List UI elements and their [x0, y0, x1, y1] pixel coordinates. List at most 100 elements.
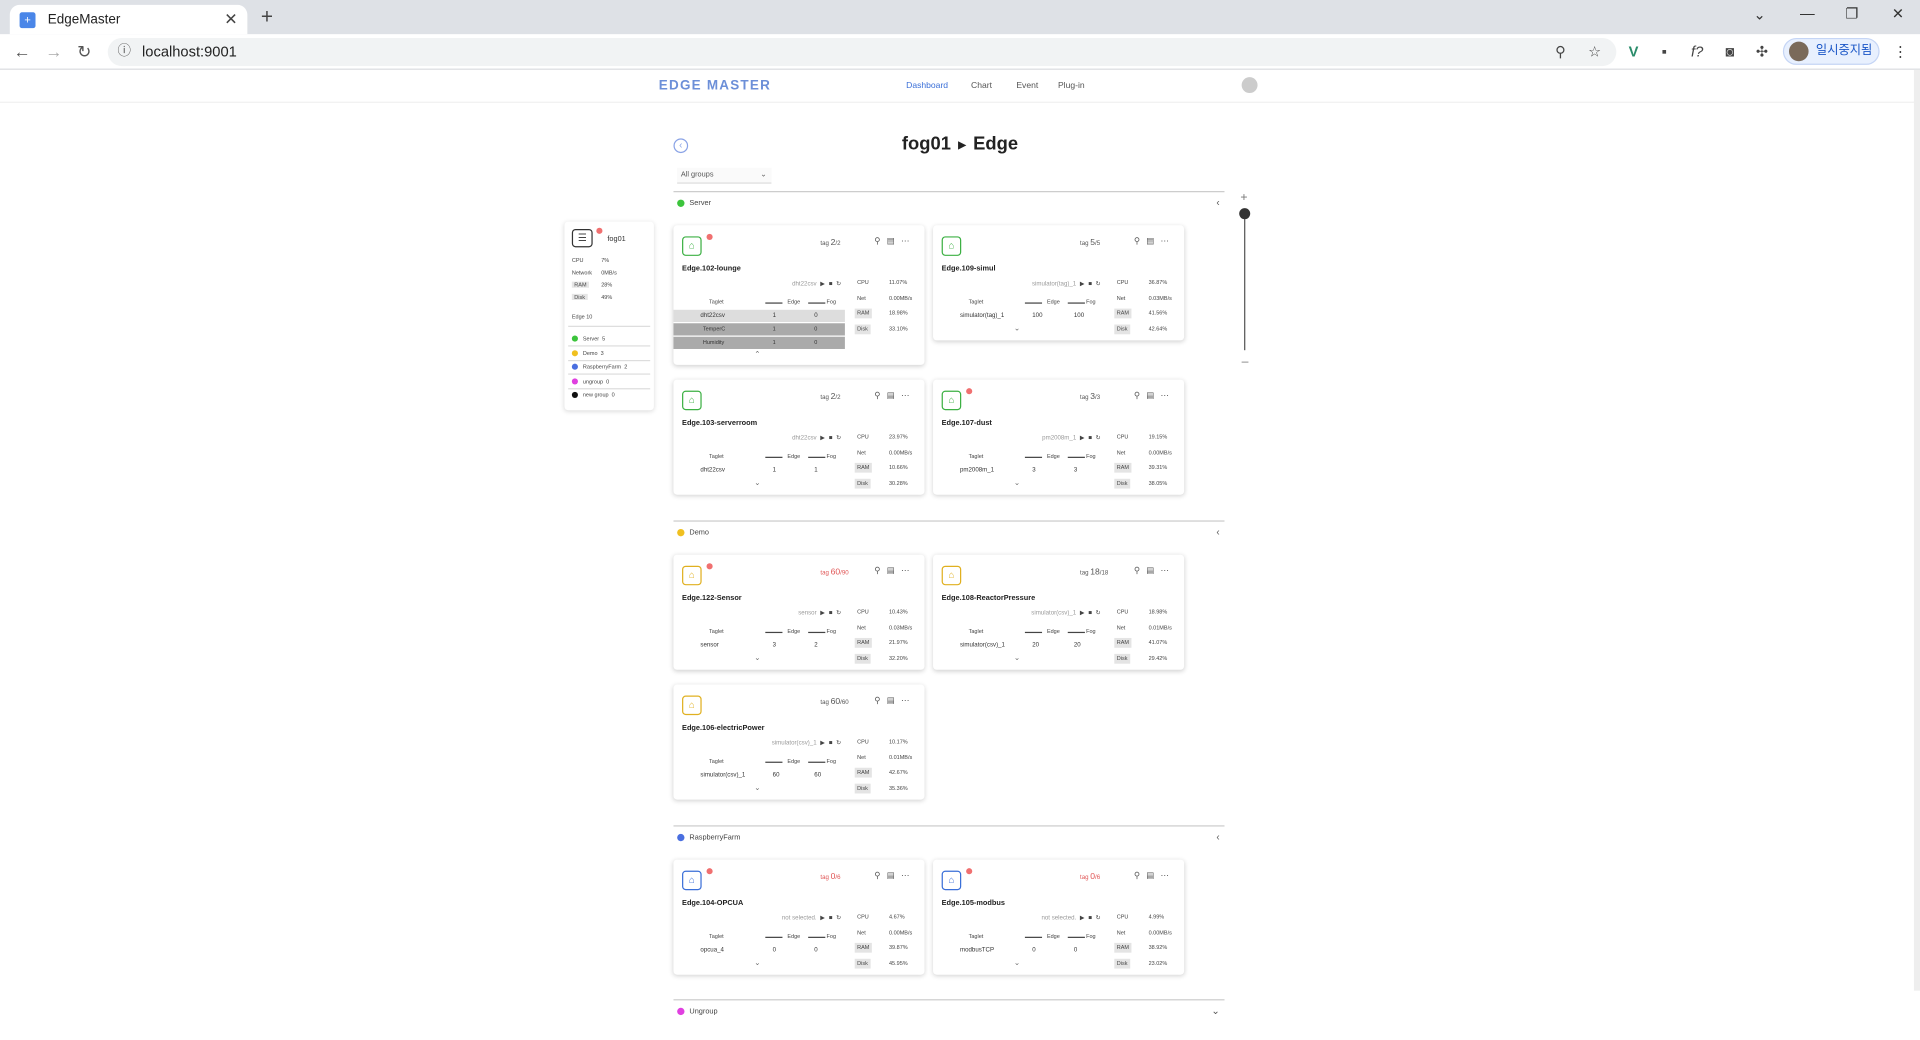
taglet-row[interactable]: pm2008m_1 3 3 [933, 464, 1104, 476]
tag-sub-row[interactable]: TemperC 1 0 [673, 323, 845, 336]
play-icon[interactable]: ▶ [1080, 610, 1088, 617]
nav-chart[interactable]: Chart [971, 82, 992, 91]
edge-card[interactable]: ⌂ tag 3/3 ⚲▤⋯ Edge.107-dust pm2008m_1 ▶■↻ Tagl… [933, 379, 1185, 495]
chart-icon[interactable]: ▤ [887, 238, 901, 247]
capture-extension-icon[interactable]: ◙ [1725, 43, 1734, 60]
stop-icon[interactable]: ■ [829, 740, 836, 747]
stop-icon[interactable]: ■ [829, 915, 836, 922]
group-header[interactable]: Demo [677, 528, 709, 537]
group-header[interactable]: Ungroup [677, 1007, 718, 1016]
browser-menu-icon[interactable]: ⋮ [1893, 43, 1908, 60]
more-icon[interactable]: ⋯ [901, 392, 916, 401]
restart-icon[interactable]: ↻ [836, 915, 845, 922]
edge-card[interactable]: ⌂ tag 2/2 ⚲▤⋯ Edge.102-lounge dht22csv ▶■↻ Tag… [673, 225, 925, 365]
formula-extension-icon[interactable]: f? [1691, 43, 1703, 60]
selected-taglet[interactable]: dht22csv [792, 280, 817, 287]
more-icon[interactable]: ⋯ [901, 697, 916, 706]
location-pin-icon[interactable]: ⚲ [874, 238, 886, 247]
restart-icon[interactable]: ↻ [836, 435, 845, 442]
restart-icon[interactable]: ↻ [1096, 280, 1105, 287]
vue-extension-icon[interactable]: V [1629, 43, 1639, 60]
page-scrollbar[interactable] [1913, 69, 1920, 991]
taglet-row[interactable]: sensor 3 2 [673, 639, 844, 651]
chevron-left-icon[interactable]: ‹ [1216, 197, 1219, 208]
user-account-icon[interactable] [1241, 77, 1258, 94]
stop-icon[interactable]: ■ [1088, 610, 1095, 617]
chart-icon[interactable]: ▤ [1146, 567, 1160, 576]
location-pin-icon[interactable]: ⚲ [1134, 392, 1146, 401]
fog-group-item[interactable]: Server 5 [571, 333, 648, 344]
chevron-down-icon[interactable]: ⌄ [1014, 479, 1020, 487]
restart-icon[interactable]: ↻ [836, 280, 845, 287]
play-icon[interactable]: ▶ [820, 280, 828, 287]
chevron-up-icon[interactable]: ⌃ [754, 350, 760, 358]
chart-icon[interactable]: ▤ [1146, 238, 1160, 247]
back-icon[interactable]: ← [13, 42, 30, 62]
restart-icon[interactable]: ↻ [1096, 610, 1105, 617]
stop-icon[interactable]: ■ [829, 280, 836, 287]
edge-card[interactable]: ⌂ tag 60/60 ⚲▤⋯ Edge.106-electricPower simul… [673, 684, 925, 800]
site-info-icon[interactable]: ⓘ [118, 38, 131, 66]
play-icon[interactable]: ▶ [1080, 915, 1088, 922]
selected-taglet[interactable]: dht22csv [792, 435, 817, 442]
group-select[interactable]: All groups ⌄ [677, 167, 772, 184]
chevron-down-icon[interactable]: ⌄ [754, 784, 760, 792]
more-icon[interactable]: ⋯ [901, 872, 916, 881]
close-tab-icon[interactable]: ✕ [224, 10, 237, 30]
more-icon[interactable]: ⋯ [1161, 872, 1176, 881]
chart-icon[interactable]: ▤ [887, 872, 901, 881]
restore-icon[interactable]: ❐ [1845, 5, 1858, 22]
chevron-left-icon[interactable]: ‹ [1216, 831, 1219, 842]
chevron-down-icon[interactable]: ⌄ [1014, 324, 1020, 333]
taglet-row[interactable]: simulator(csv)_1 20 20 [933, 639, 1104, 651]
reload-icon[interactable]: ↻ [77, 42, 91, 63]
zoom-track[interactable] [1244, 213, 1246, 351]
edge-card[interactable]: ⌂ tag 0/6 ⚲▤⋯ Edge.105-modbus not selected. ▶… [933, 859, 1185, 975]
address-bar[interactable]: ⓘ localhost:9001 [107, 37, 1617, 67]
group-header[interactable]: RaspberryFarm [677, 833, 740, 842]
chart-icon[interactable]: ▤ [887, 392, 901, 401]
close-window-icon[interactable]: ✕ [1892, 5, 1904, 22]
zoom-icon[interactable]: ⚲ [1555, 43, 1566, 60]
nav-dashboard[interactable]: Dashboard [906, 82, 948, 91]
restart-icon[interactable]: ↻ [836, 740, 845, 747]
zoom-handle[interactable] [1239, 208, 1251, 220]
chart-icon[interactable]: ▤ [1146, 392, 1160, 401]
chevron-down-icon[interactable]: ⌄ [1211, 1005, 1219, 1016]
chart-icon[interactable]: ▤ [887, 567, 901, 576]
more-icon[interactable]: ⋯ [1161, 238, 1176, 247]
edge-card[interactable]: ⌂ tag 5/5 ⚲▤⋯ Edge.109-simul simulator(tag)_… [933, 225, 1185, 341]
selected-taglet[interactable]: sensor [798, 610, 816, 617]
play-icon[interactable]: ▶ [820, 610, 828, 617]
chevron-down-icon[interactable]: ⌄ [754, 959, 760, 967]
chevron-down-icon[interactable]: ⌄ [754, 479, 760, 487]
nav-plugin[interactable]: Plug-in [1058, 82, 1085, 91]
profile-button[interactable]: 일시중지됨 [1782, 37, 1880, 65]
location-pin-icon[interactable]: ⚲ [874, 392, 886, 401]
chevron-down-icon[interactable]: ⌄ [1014, 654, 1020, 662]
fog-group-item[interactable]: Demo 3 [571, 347, 648, 358]
chevron-down-icon[interactable]: ⌄ [1014, 959, 1020, 967]
selected-taglet[interactable]: not selected. [1041, 915, 1076, 922]
fog-group-item[interactable]: RaspberryFarm 2 [571, 361, 648, 372]
fog-group-item[interactable]: ungroup 0 [571, 375, 648, 386]
more-icon[interactable]: ⋯ [901, 238, 916, 247]
taglet-row[interactable]: dht22csv 1 0 [673, 309, 845, 323]
stop-icon[interactable]: ■ [829, 610, 836, 617]
stop-icon[interactable]: ■ [1088, 915, 1095, 922]
puzzle-extensions-icon[interactable]: ✣ [1756, 43, 1768, 60]
more-icon[interactable]: ⋯ [1161, 392, 1176, 401]
location-pin-icon[interactable]: ⚲ [1134, 238, 1146, 247]
zoom-out-icon[interactable]: – [1242, 355, 1249, 368]
play-icon[interactable]: ▶ [1080, 435, 1088, 442]
location-pin-icon[interactable]: ⚲ [874, 697, 886, 706]
play-icon[interactable]: ▶ [820, 740, 828, 747]
play-icon[interactable]: ▶ [820, 435, 828, 442]
stop-icon[interactable]: ■ [1088, 435, 1095, 442]
play-icon[interactable]: ▶ [820, 915, 828, 922]
fog-summary-card[interactable]: ☰ fog01 CPU 7% Network 0MB/s RAM 28% Disk 49… [564, 221, 654, 411]
restart-icon[interactable]: ↻ [1096, 915, 1105, 922]
selected-taglet[interactable]: simulator(csv)_1 [1031, 610, 1076, 617]
more-icon[interactable]: ⋯ [1161, 567, 1176, 576]
chart-icon[interactable]: ▤ [887, 697, 901, 706]
